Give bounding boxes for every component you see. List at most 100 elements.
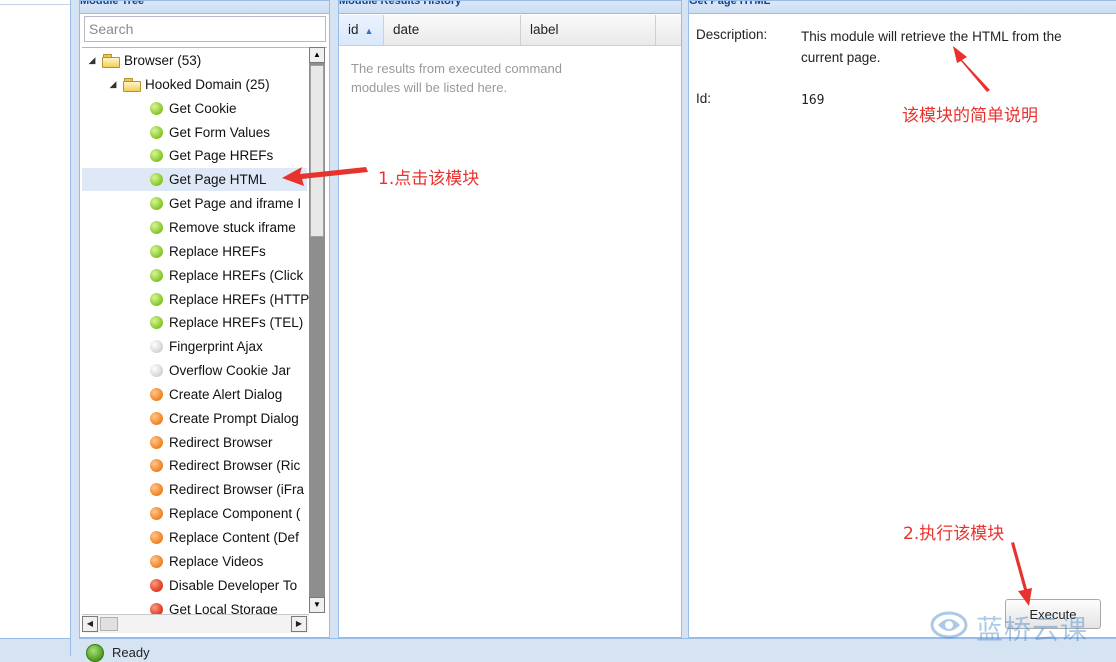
tree-module-item[interactable]: Overflow Cookie Jar	[82, 359, 307, 382]
sort-ascending-icon: ▲	[364, 26, 374, 36]
tree-module-item[interactable]: Replace HREFs (TEL)	[82, 311, 307, 334]
tree-module-label: Fingerprint Ajax	[169, 339, 263, 355]
tree-module-label: Overflow Cookie Jar	[169, 363, 291, 379]
tree-module-item[interactable]: Redirect Browser (iFra	[82, 478, 307, 501]
scroll-down-icon[interactable]: ▼	[309, 597, 325, 613]
module-tree-title: Module Tree	[80, 1, 329, 14]
status-orange-icon	[150, 531, 163, 544]
tree-module-label: Create Alert Dialog	[169, 386, 283, 402]
expand-toggle-icon[interactable]: ◢	[87, 49, 97, 72]
tree-module-label: Get Page HREFs	[169, 148, 274, 164]
tree-vertical-scrollbar[interactable]: ▲ ▼	[309, 47, 325, 613]
description-value: This module will retrieve the HTML from …	[801, 29, 1062, 65]
status-orange-icon	[150, 459, 163, 473]
status-orange-icon	[150, 387, 163, 401]
tree-horizontal-scrollbar[interactable]: ◀ ▶	[82, 614, 309, 633]
tree-module-label: Replace HREFs (HTTP	[169, 291, 310, 307]
column-header-id[interactable]: id ▲	[339, 15, 384, 45]
tree-module-item[interactable]: Create Alert Dialog	[82, 383, 307, 406]
tree-module-label: Disable Developer To	[169, 577, 298, 593]
scroll-right-icon[interactable]: ▶	[291, 616, 307, 632]
tree-module-item[interactable]: Get Page and iframe I	[82, 192, 307, 215]
column-header-label[interactable]: label	[521, 15, 656, 45]
tree-module-item[interactable]: Disable Developer To	[82, 574, 307, 597]
search-box[interactable]	[84, 16, 326, 42]
tree-module-item[interactable]: Replace HREFs (Click	[82, 264, 307, 287]
status-orange-icon	[150, 554, 163, 568]
tree-module-item[interactable]: Replace HREFs (HTTP	[82, 288, 310, 311]
scroll-left-icon[interactable]: ◀	[82, 616, 98, 632]
annotation-step1: 1.点击该模块	[378, 169, 480, 189]
search-input[interactable]	[89, 18, 319, 40]
tree-module-label: Replace Component (	[169, 506, 301, 522]
tree-module-item[interactable]: Get Form Values	[82, 121, 307, 144]
folder-icon	[102, 54, 120, 68]
tree-module-label: Replace Videos	[169, 553, 264, 569]
results-title: Module Results History	[339, 1, 681, 14]
tree-module-label: Get Cookie	[169, 100, 237, 116]
results-grid-header: id ▲ date label	[339, 15, 681, 46]
horizontal-scroll-thumb[interactable]	[100, 617, 118, 631]
status-grey-icon	[150, 340, 163, 354]
id-value: 169	[801, 93, 825, 108]
module-detail-panel: Get Page HTML Description: This module w…	[688, 0, 1116, 638]
watermark: 蓝桥云课	[930, 608, 1110, 646]
column-id-label: id	[348, 22, 359, 37]
status-green-icon	[150, 220, 163, 234]
status-orange-icon	[150, 483, 163, 497]
tree-module-label: Remove stuck iframe	[169, 219, 296, 235]
column-label-label: label	[530, 22, 559, 37]
tree-module-label: Create Prompt Dialog	[169, 410, 299, 426]
ready-check-icon	[86, 644, 104, 662]
tree-module-label: Replace HREFs	[169, 243, 266, 259]
tree-module-item[interactable]: Get Page HTML	[82, 168, 307, 192]
tree-module-label: Redirect Browser (iFra	[169, 482, 305, 498]
results-panel: Module Results History id ▲ date label Th…	[338, 0, 682, 638]
tree-module-item[interactable]: Remove stuck iframe	[82, 216, 307, 239]
tree-folder[interactable]: ◢ Browser (53)	[82, 49, 307, 72]
module-detail-title: Get Page HTML	[689, 1, 1116, 14]
tree-module-item[interactable]: Get Local Storage	[82, 598, 307, 614]
tree-module-item[interactable]: Get Cookie	[82, 97, 307, 120]
status-orange-icon	[150, 411, 163, 425]
tree-folder-label: Browser (53)	[124, 53, 202, 68]
folder-icon	[123, 77, 141, 92]
id-label: Id:	[696, 91, 712, 106]
tree-module-item[interactable]: Fingerprint Ajax	[82, 335, 307, 358]
left-panel-bottom-bar	[0, 638, 70, 657]
tree-folder[interactable]: ◢ Hooked Domain (25)	[82, 73, 307, 96]
status-green-icon	[150, 197, 163, 211]
status-green-icon	[150, 316, 163, 330]
module-tree-panel: Module Tree ◢ Browser (53) ◢ Hooked Domain …	[79, 0, 330, 638]
column-header-date[interactable]: date	[384, 15, 521, 45]
tree-module-label: Get Local Storage	[169, 601, 278, 614]
tree-module-label: Replace Content (Def	[169, 530, 299, 545]
tree-module-item[interactable]: Replace Videos	[82, 550, 307, 573]
tree-module-item[interactable]: Replace Component (	[82, 502, 307, 525]
tree-module-item[interactable]: Create Prompt Dialog	[82, 407, 307, 430]
tree-module-item[interactable]: Redirect Browser	[82, 431, 307, 454]
tree-module-label: Replace HREFs (TEL)	[169, 315, 304, 331]
scroll-thumb[interactable]	[310, 65, 324, 237]
tree-module-item[interactable]: Replace Content (Def	[82, 526, 307, 549]
annotation-step2: 2.执行该模块	[903, 524, 1005, 544]
watermark-text: 蓝桥云课	[976, 615, 1088, 646]
annotation-module-description: 该模块的简单说明	[902, 106, 1038, 126]
tree-module-item[interactable]: Redirect Browser (Ric	[82, 454, 307, 477]
lanqiao-logo-icon	[930, 611, 968, 639]
scroll-up-icon[interactable]: ▲	[309, 47, 325, 63]
status-red-icon	[150, 578, 163, 592]
status-orange-icon	[150, 435, 163, 449]
status-text: Ready	[112, 645, 150, 660]
tree-module-item[interactable]: Get Page HREFs	[82, 144, 307, 167]
status-orange-icon	[150, 507, 163, 521]
tree-module-label: Get Page HTML	[169, 172, 267, 188]
tree-folder-label: Hooked Domain (25)	[145, 76, 270, 92]
description-label: Description:	[696, 27, 768, 42]
tree-module-label: Redirect Browser	[169, 434, 273, 450]
left-panel-row[interactable]	[0, 0, 70, 5]
expand-toggle-icon[interactable]: ◢	[108, 73, 118, 96]
tree-module-label: Get Form Values	[169, 124, 271, 140]
status-red-icon	[150, 602, 163, 614]
tree-module-item[interactable]: Replace HREFs	[82, 240, 307, 263]
